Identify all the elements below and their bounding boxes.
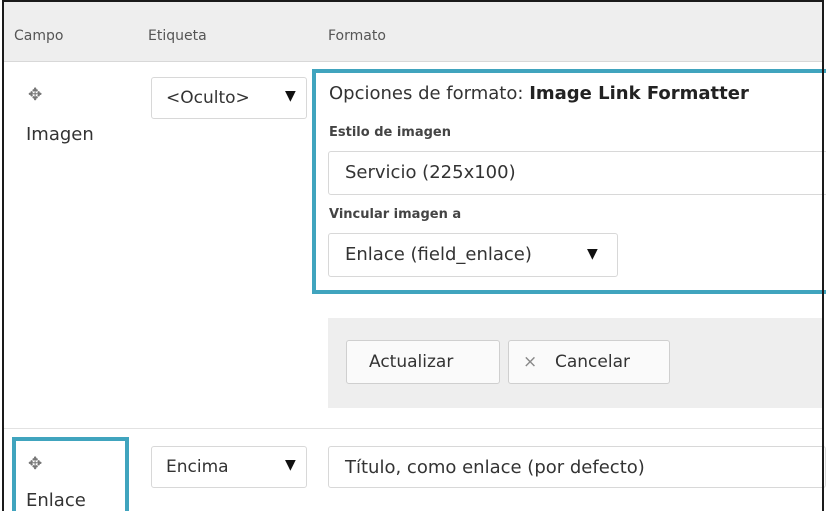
link-image-select[interactable]: Enlace (field_enlace) ▼ [328, 233, 618, 277]
label-select-value: Encima [166, 457, 229, 477]
label-select-enlace[interactable]: Encima ▼ [151, 446, 307, 488]
column-header-formato: Formato [328, 28, 386, 44]
frame-border-right [822, 0, 824, 511]
link-image-value: Enlace (field_enlace) [345, 244, 532, 265]
field-display-table: Campo Etiqueta Formato ✥ Imagen <Oculto>… [0, 0, 826, 511]
table-header-row: Campo Etiqueta Formato [4, 2, 822, 62]
drag-handle-icon[interactable]: ✥ [28, 87, 42, 104]
update-button-label: Actualizar [369, 352, 454, 372]
label-select-imagen[interactable]: <Oculto> ▼ [151, 77, 307, 119]
chevron-down-icon: ▼ [285, 88, 296, 104]
image-style-select[interactable]: Servicio (225x100) [328, 151, 826, 195]
drag-handle-icon[interactable]: ✥ [28, 456, 42, 473]
format-actions-panel: Actualizar × Cancelar [328, 318, 822, 408]
link-image-label: Vincular imagen a [329, 207, 462, 222]
label-select-value: <Oculto> [166, 88, 250, 108]
column-header-etiqueta: Etiqueta [148, 28, 207, 44]
frame-border-top [2, 0, 824, 2]
format-select-value: Título, como enlace (por defecto) [345, 457, 645, 478]
image-style-label: Estilo de imagen [329, 125, 452, 140]
field-name-imagen: Imagen [26, 124, 94, 145]
format-options-panel: Opciones de formato: Image Link Formatte… [312, 69, 826, 294]
formatter-name: Image Link Formatter [529, 83, 749, 104]
chevron-down-icon: ▼ [285, 457, 296, 473]
format-select-enlace[interactable]: Título, como enlace (por defecto) [328, 446, 826, 488]
x-icon: × [523, 352, 538, 372]
format-options-title: Opciones de formato: Image Link Formatte… [329, 83, 749, 104]
chevron-down-icon: ▼ [587, 246, 598, 262]
format-options-prefix: Opciones de formato: [329, 83, 524, 104]
image-style-value: Servicio (225x100) [345, 162, 516, 183]
column-header-campo: Campo [14, 28, 64, 44]
field-name-enlace: Enlace [26, 490, 86, 511]
cancel-button-label: Cancelar [555, 352, 630, 372]
cancel-button[interactable]: × Cancelar [508, 340, 670, 384]
update-button[interactable]: Actualizar [346, 340, 500, 384]
frame-border-left [2, 0, 4, 511]
